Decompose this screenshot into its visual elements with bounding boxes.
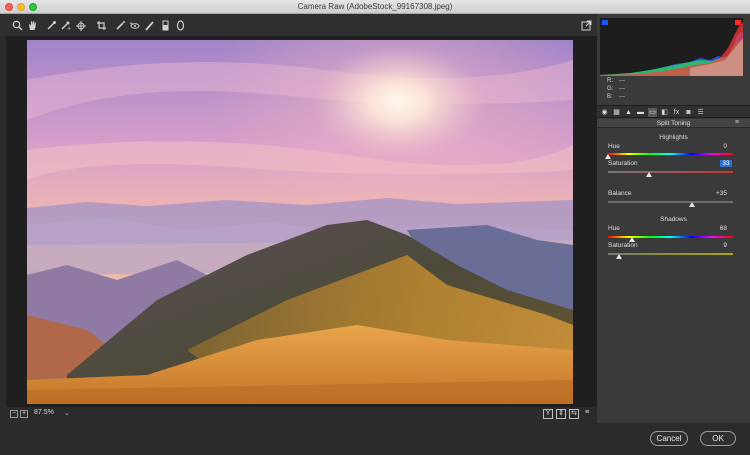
tab-presets[interactable]: ☰ — [696, 108, 705, 117]
split-toning-header: Split Toning ≡ — [597, 119, 750, 128]
highlights-hue-slider[interactable] — [608, 153, 733, 155]
tab-camera-calibration[interactable]: ◙ — [684, 108, 693, 117]
b-label: B: — [607, 94, 613, 100]
balance-label: Balance — [608, 190, 632, 197]
radial-filter-tool-icon[interactable] — [173, 18, 187, 32]
highlight-clipping-indicator[interactable] — [735, 20, 741, 25]
photo-preview[interactable] — [27, 40, 573, 404]
white-balance-tool-icon[interactable] — [44, 18, 58, 32]
balance-thumb[interactable] — [689, 202, 696, 207]
tab-detail[interactable]: ▲ — [624, 108, 633, 117]
b-value: --- — [619, 94, 625, 100]
adjustment-brush-tool-icon[interactable] — [142, 18, 156, 32]
ok-button[interactable]: OK — [700, 431, 736, 446]
zoom-tool-icon[interactable] — [10, 18, 24, 32]
targeted-adjustment-tool-icon[interactable] — [73, 18, 87, 32]
g-value: --- — [619, 86, 625, 92]
highlights-hue-value[interactable]: 0 — [707, 143, 727, 150]
tab-tone-curve[interactable]: ▦ — [612, 108, 621, 117]
tab-lens-corrections[interactable]: ◧ — [660, 108, 669, 117]
crop-tool-icon[interactable] — [94, 18, 108, 32]
hand-tool-icon[interactable] — [25, 18, 39, 32]
zoom-in-button[interactable]: + — [20, 410, 28, 418]
zoom-dropdown-icon[interactable]: ⌄ — [64, 409, 70, 417]
panel-tabs: ◉ ▦ ▲ ▬ ▭ ◧ fx ◙ ☰ — [597, 105, 750, 118]
highlights-hue-label: Hue — [608, 143, 620, 150]
svg-text:+: + — [129, 21, 133, 27]
balance-value[interactable]: +35 — [707, 190, 727, 197]
shadows-saturation-value[interactable]: 9 — [707, 242, 727, 249]
highlights-saturation-value[interactable]: 33 — [720, 160, 732, 167]
swap-settings-button[interactable]: ⇕ — [556, 409, 566, 419]
highlights-saturation-label: Saturation — [608, 160, 638, 167]
shadows-saturation-label: Saturation — [608, 242, 638, 249]
split-toning-title: Split Toning — [656, 120, 691, 127]
panel-menu-icon[interactable]: ≡ — [735, 119, 739, 126]
tab-effects[interactable]: fx — [672, 108, 681, 117]
highlights-title: Highlights — [659, 134, 688, 141]
shadows-hue-value[interactable]: 68 — [707, 225, 727, 232]
shadows-title: Shadows — [660, 216, 687, 223]
highlights-saturation-slider[interactable] — [608, 171, 733, 173]
tab-basic[interactable]: ◉ — [600, 108, 609, 117]
graduated-filter-tool-icon[interactable] — [158, 18, 172, 32]
spot-removal-tool-icon[interactable] — [113, 18, 127, 32]
shadows-saturation-slider[interactable] — [608, 253, 733, 255]
canvas-status-bar: − + 87.5% ⌄ Y ⇕ ⇆ ≡ — [6, 407, 597, 423]
tab-hsl[interactable]: ▬ — [636, 108, 645, 117]
color-sampler-tool-icon[interactable]: + — [58, 18, 72, 32]
copy-settings-button[interactable]: ⇆ — [569, 409, 579, 419]
shadow-clipping-indicator[interactable] — [602, 20, 608, 25]
zoom-level-value[interactable]: 87.5% — [34, 409, 54, 416]
balance-slider[interactable] — [608, 201, 733, 203]
svg-text:+: + — [67, 26, 71, 31]
dialog-footer: Cancel OK — [0, 423, 750, 455]
adjustments-panel: R: --- G: --- B: --- ◉ ▦ ▲ ▬ ▭ ◧ fx ◙ ☰ … — [597, 14, 750, 423]
window-titlebar: Camera Raw (AdobeStock_99167308.jpeg) — [0, 0, 750, 14]
histogram — [600, 18, 743, 76]
shadows-hue-label: Hue — [608, 225, 620, 232]
before-after-view-button[interactable]: Y — [543, 409, 553, 419]
tab-split-toning[interactable]: ▭ — [648, 108, 657, 117]
shadows-saturation-thumb[interactable] — [616, 254, 623, 259]
window-title: Camera Raw (AdobeStock_99167308.jpeg) — [297, 2, 453, 11]
red-eye-tool-icon[interactable]: + — [127, 18, 141, 32]
r-label: R: — [607, 78, 613, 84]
highlights-hue-thumb[interactable] — [605, 154, 611, 159]
zoom-out-button[interactable]: − — [10, 410, 18, 418]
g-label: G: — [607, 86, 614, 92]
toggle-settings-button[interactable]: ≡ — [582, 409, 592, 419]
cancel-button[interactable]: Cancel — [650, 431, 688, 446]
highlights-saturation-thumb[interactable] — [646, 172, 653, 177]
shadows-hue-slider[interactable] — [608, 236, 733, 238]
open-preferences-icon[interactable] — [579, 18, 593, 32]
r-value: --- — [619, 78, 625, 84]
